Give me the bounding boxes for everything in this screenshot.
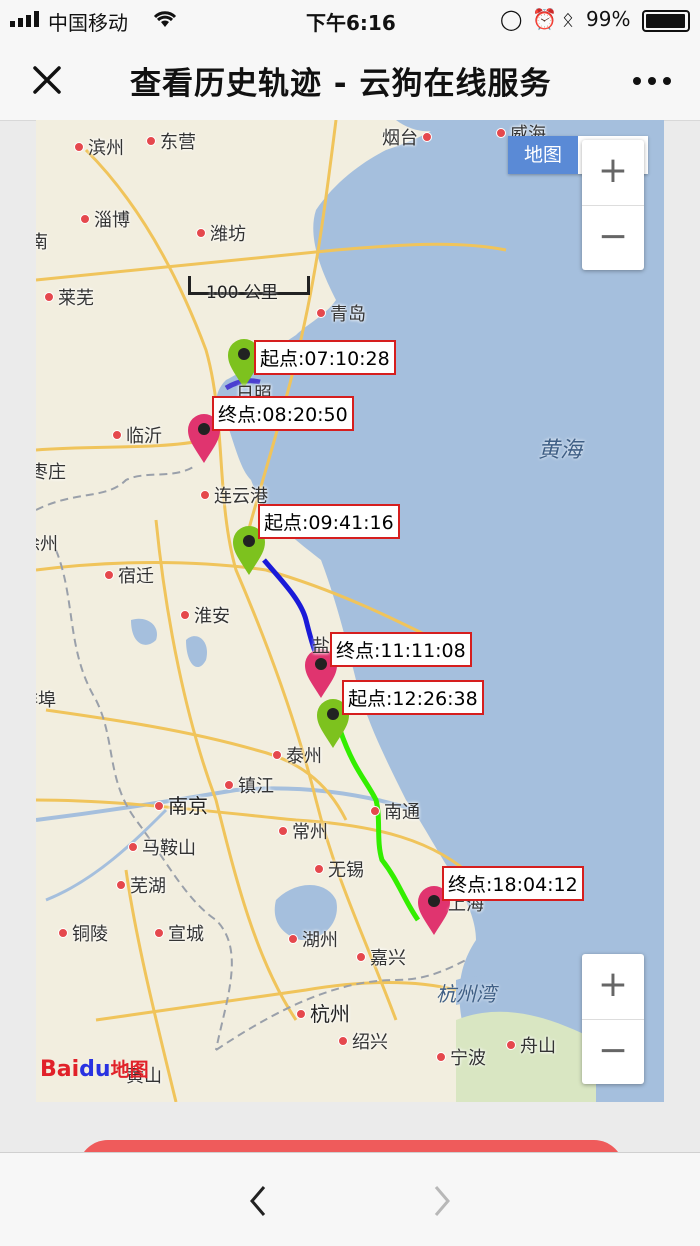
city-label: 莱芜: [44, 284, 94, 310]
city-label: 舟山: [506, 1032, 556, 1058]
sea-label: 杭州湾: [436, 982, 496, 1006]
city-label: 淄博: [80, 206, 130, 232]
city-label: 嘉兴: [356, 944, 406, 970]
city-label: 宿迁: [104, 562, 154, 588]
status-bar: 中国移动 下午6:16 ◯ ⏰ ᛟ 99%: [0, 0, 700, 40]
bluetooth-icon: ᛟ: [562, 7, 574, 31]
map-view[interactable]: 滨州 东营 烟台 威海 南 淄博 潍坊 莱芜 青岛 临沂 枣庄 连云港 徐州 宿…: [36, 120, 664, 1102]
city-label: 镇江: [224, 772, 274, 798]
navigation-bar: 查看历史轨迹 - 云狗在线服务: [0, 40, 700, 121]
baidu-map-logo: Baidu地图: [40, 1057, 149, 1082]
map-type-map-button[interactable]: 地图: [508, 136, 578, 174]
signal-icon: [10, 11, 39, 27]
sea-label: 黄海: [538, 438, 583, 463]
city-label-partial: 南: [36, 232, 48, 253]
more-icon[interactable]: [632, 76, 672, 86]
wifi-icon: [153, 11, 177, 27]
back-icon[interactable]: [246, 1183, 270, 1219]
city-label: 潍坊: [196, 220, 246, 246]
city-label: 马鞍山: [128, 834, 196, 860]
city-label: 南京: [154, 790, 208, 819]
city-label-partial: 蚌埠: [36, 690, 56, 711]
battery-percent: 99%: [586, 7, 631, 31]
city-label: 绍兴: [338, 1028, 388, 1054]
city-label: 南通: [370, 798, 420, 824]
carrier-name: 中国移动: [48, 11, 128, 35]
end-label-1: 终点:08:20:50: [212, 396, 354, 431]
alarm-icon: ⏰: [532, 7, 557, 31]
map-base: [36, 120, 664, 1102]
start-label-1: 起点:07:10:28: [254, 340, 396, 375]
start-label-3: 起点:12:26:38: [342, 680, 484, 715]
city-label-partial: 枣庄: [36, 462, 66, 483]
end-label-3: 终点:18:04:12: [442, 866, 584, 901]
city-label: 杭州: [296, 998, 350, 1027]
city-label: 芜湖: [116, 872, 166, 898]
city-label: 宁波: [436, 1044, 486, 1070]
forward-icon[interactable]: [430, 1183, 454, 1219]
close-icon[interactable]: [32, 65, 62, 95]
city-label: 滨州: [74, 134, 124, 160]
zoom-out-button[interactable]: −: [582, 1019, 644, 1085]
city-label: 铜陵: [58, 920, 108, 946]
city-label: 宣城: [154, 920, 204, 946]
city-label: 青岛: [316, 300, 366, 326]
city-label-partial: 徐州: [36, 534, 58, 555]
rotation-lock-icon: ◯: [500, 7, 523, 31]
zoom-in-button[interactable]: +: [582, 140, 644, 205]
zoom-control-top: + −: [582, 140, 644, 270]
city-label: 湖州: [288, 926, 338, 952]
page-title: 查看历史轨迹 - 云狗在线服务: [130, 66, 552, 102]
end-label-2: 终点:11:11:08: [330, 632, 472, 667]
city-label-partial: 盐: [312, 636, 330, 657]
zoom-control-bottom: + −: [582, 954, 644, 1084]
scale-label: 100 公里: [206, 283, 278, 303]
city-label: 泰州: [272, 742, 322, 768]
browser-toolbar: [0, 1152, 700, 1246]
city-label: 临沂: [112, 422, 162, 448]
zoom-out-button[interactable]: −: [582, 205, 644, 271]
clock: 下午6:16: [306, 11, 396, 35]
zoom-in-button[interactable]: +: [582, 954, 644, 1019]
city-label: 烟台: [382, 124, 436, 150]
start-label-2: 起点:09:41:16: [258, 504, 400, 539]
city-label: 东营: [146, 128, 196, 154]
battery-icon: [642, 10, 690, 32]
city-label: 淮安: [180, 602, 230, 628]
city-label: 常州: [278, 818, 328, 844]
city-label: 无锡: [314, 856, 364, 882]
